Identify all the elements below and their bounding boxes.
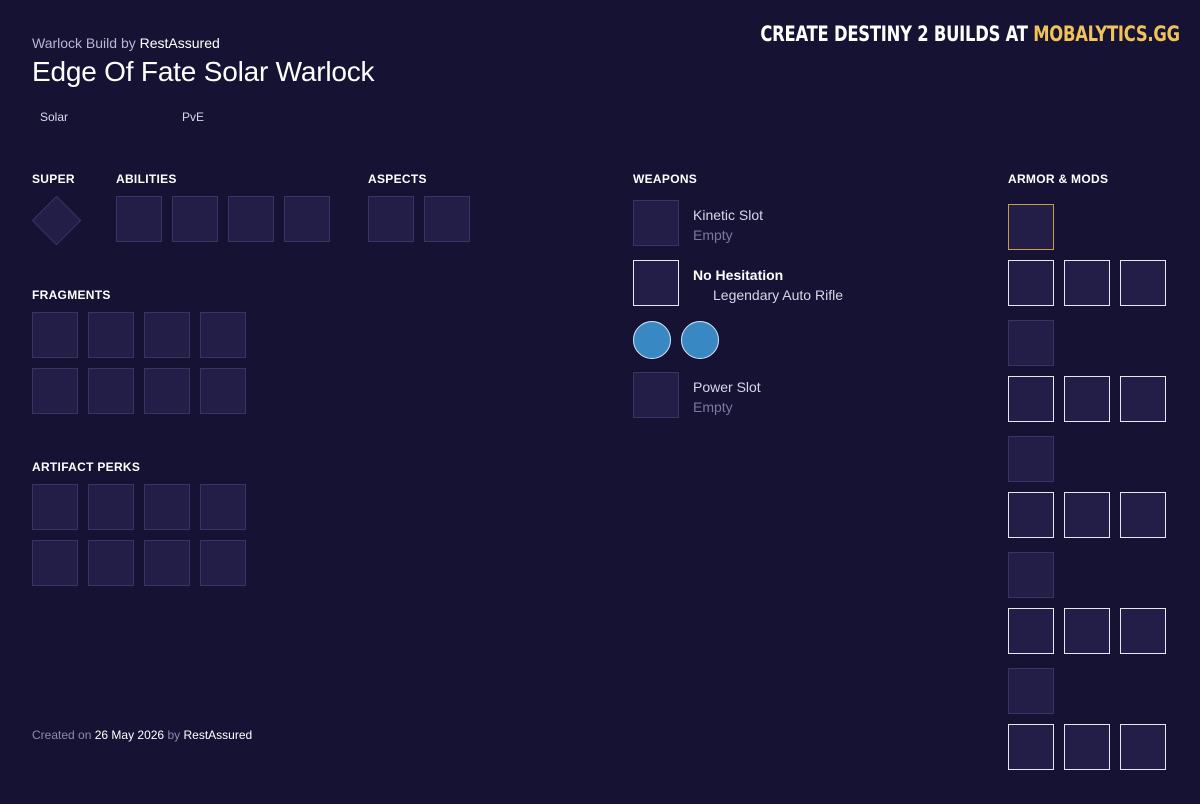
- artifact-perk-slot[interactable]: [144, 540, 190, 586]
- fragment-slot[interactable]: [200, 368, 246, 414]
- brand-site: MOBALYTICS.GG: [1033, 22, 1180, 46]
- energy-weapon-slot[interactable]: [633, 260, 679, 306]
- armor-mod-slot[interactable]: [1064, 724, 1110, 770]
- aspect-slot[interactable]: [368, 196, 414, 242]
- brand-banner[interactable]: CREATE DESTINY 2 BUILDS AT MOBALYTICS.GG: [760, 22, 1180, 46]
- weapon-perk-socket[interactable]: [633, 321, 671, 359]
- armor-piece-slot[interactable]: [1008, 436, 1054, 482]
- artifact-perk-slot[interactable]: [88, 484, 134, 530]
- weapons-label: WEAPONS: [633, 172, 698, 186]
- fragment-slot[interactable]: [144, 312, 190, 358]
- build-subtitle: Warlock Build by RestAssured: [32, 35, 220, 51]
- armor-mod-slot[interactable]: [1120, 724, 1166, 770]
- energy-weapon-name[interactable]: No Hesitation: [693, 267, 783, 283]
- armor-mod-slot[interactable]: [1064, 260, 1110, 306]
- ability-slot[interactable]: [284, 196, 330, 242]
- exotic-armor-slot[interactable]: [1008, 204, 1054, 250]
- energy-weapon-type: Legendary Auto Rifle: [713, 287, 843, 303]
- tag-element: Solar: [40, 110, 69, 124]
- fragment-slot[interactable]: [32, 368, 78, 414]
- armor-mod-slot[interactable]: [1120, 376, 1166, 422]
- artifact-perk-slot[interactable]: [32, 484, 78, 530]
- armor-mod-slot[interactable]: [1120, 260, 1166, 306]
- page-title: Edge Of Fate Solar Warlock: [32, 56, 375, 87]
- ability-slot[interactable]: [228, 196, 274, 242]
- kinetic-weapon-name: Kinetic Slot: [693, 207, 764, 223]
- tag-mode: PvE: [182, 110, 205, 124]
- fragment-slot[interactable]: [200, 312, 246, 358]
- super-slot[interactable]: [31, 195, 82, 246]
- armor-mod-slot[interactable]: [1008, 724, 1054, 770]
- fragment-slot[interactable]: [88, 368, 134, 414]
- artifact-perks-label: ARTIFACT PERKS: [32, 460, 141, 474]
- ability-slot[interactable]: [116, 196, 162, 242]
- aspect-slot[interactable]: [424, 196, 470, 242]
- power-weapon-name: Power Slot: [693, 379, 761, 395]
- artifact-perk-slot[interactable]: [200, 484, 246, 530]
- subtitle-prefix: Warlock Build by: [32, 35, 136, 51]
- author-link[interactable]: RestAssured: [140, 35, 220, 51]
- armor-mod-slot[interactable]: [1008, 376, 1054, 422]
- kinetic-weapon-slot[interactable]: [633, 200, 679, 246]
- armor-piece-slot[interactable]: [1008, 320, 1054, 366]
- armor-mod-slot[interactable]: [1008, 608, 1054, 654]
- kinetic-weapon-status: Empty: [693, 227, 733, 243]
- super-label: SUPER: [32, 172, 75, 186]
- armor-mod-slot[interactable]: [1064, 492, 1110, 538]
- armor-piece-slot[interactable]: [1008, 668, 1054, 714]
- armor-mod-slot[interactable]: [1008, 492, 1054, 538]
- footer-by-label: by: [167, 728, 181, 742]
- armor-mod-slot[interactable]: [1064, 376, 1110, 422]
- armor-mod-slot[interactable]: [1008, 260, 1054, 306]
- ability-slot[interactable]: [172, 196, 218, 242]
- power-weapon-status: Empty: [693, 399, 733, 415]
- footer-created: Created on 26 May 2026 by RestAssured: [32, 728, 252, 742]
- artifact-perk-slot[interactable]: [144, 484, 190, 530]
- armor-mod-slot[interactable]: [1120, 608, 1166, 654]
- abilities-label: ABILITIES: [116, 172, 177, 186]
- fragments-label: FRAGMENTS: [32, 288, 111, 302]
- fragment-slot[interactable]: [88, 312, 134, 358]
- footer-created-label: Created on: [32, 728, 92, 742]
- brand-prefix: CREATE DESTINY 2 BUILDS AT: [760, 22, 1028, 46]
- fragment-slot[interactable]: [144, 368, 190, 414]
- aspects-label: ASPECTS: [368, 172, 427, 186]
- artifact-perk-slot[interactable]: [32, 540, 78, 586]
- weapon-perk-socket[interactable]: [681, 321, 719, 359]
- fragment-slot[interactable]: [32, 312, 78, 358]
- armor-mod-slot[interactable]: [1064, 608, 1110, 654]
- armor-piece-slot[interactable]: [1008, 552, 1054, 598]
- artifact-perk-slot[interactable]: [88, 540, 134, 586]
- artifact-perk-slot[interactable]: [200, 540, 246, 586]
- power-weapon-slot[interactable]: [633, 372, 679, 418]
- footer-date: 26 May 2026: [94, 728, 165, 742]
- footer-author-link[interactable]: RestAssured: [183, 728, 252, 742]
- armor-mod-slot[interactable]: [1120, 492, 1166, 538]
- armor-mods-label: ARMOR & MODS: [1008, 172, 1109, 186]
